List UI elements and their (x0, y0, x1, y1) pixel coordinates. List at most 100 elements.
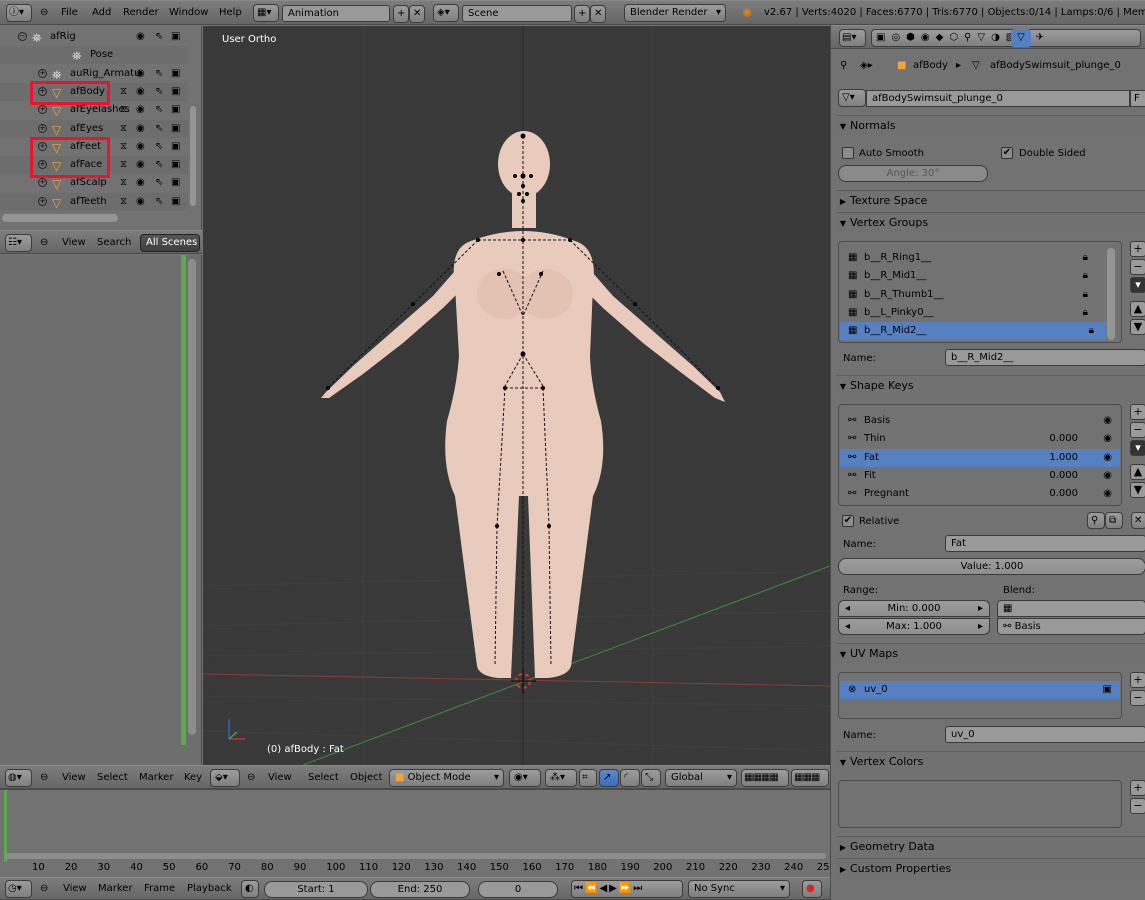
shape-keys-panel-header[interactable]: ▼ Shape Keys (836, 375, 1145, 395)
screen-layout-icon[interactable]: ▦▾ (253, 4, 279, 22)
shape-key-item[interactable]: ⚯ Pregnant 0.000 ◉ (840, 485, 1120, 503)
auto-smooth-checkbox[interactable] (842, 147, 854, 159)
mesh-datablock-field[interactable]: afBodySwimsuit_plunge_0 (866, 90, 1130, 107)
viewport-menu-object[interactable]: Object (350, 770, 383, 786)
timeline-editor-type-button[interactable]: ◷▾ (5, 880, 32, 898)
viewport-shading-button[interactable]: ◉▾ (509, 769, 541, 787)
shape-key-item[interactable]: ⚯ Thin 0.000 ◉ (840, 430, 1120, 448)
vertex-group-lock-icon[interactable]: 🔒︎ (1083, 304, 1088, 322)
shape-key-move-down-button[interactable]: ▼ (1130, 482, 1145, 498)
outliner-vscrollbar[interactable] (190, 106, 196, 206)
timeline-menu-view[interactable]: View (63, 881, 87, 897)
expand-toggle-icon[interactable]: + (38, 178, 47, 188)
renderability-camera-icon[interactable]: ▣ (171, 101, 180, 119)
vertex-group-lock-icon[interactable]: 🔒︎ (1089, 322, 1094, 340)
shape-key-value[interactable]: 0.000 (1049, 485, 1078, 503)
shape-key-remove-button[interactable]: − (1130, 422, 1145, 438)
shape-keys-list[interactable]: ⚯ Basis ◉ ⚯ Thin 0.000 ◉ ⚯ Fat 1.000 ◉ ⚯ Fit 0.000 ◉ ⚯ P… (838, 404, 1122, 506)
vertex-group-item[interactable]: ▦ b__R_Mid1__ 🔒︎ (840, 267, 1100, 285)
vertex-group-add-button[interactable]: + (1130, 241, 1145, 257)
3d-viewport[interactable]: User Ortho (0) afBody : Fat (203, 26, 830, 765)
end-frame-field[interactable]: End: 250 (370, 881, 470, 898)
shape-key-item[interactable]: ⚯ Fit 0.000 ◉ (840, 467, 1120, 485)
graph-editor-area[interactable] (0, 255, 202, 765)
viewport-collapse-icon[interactable]: ⊖ (247, 770, 255, 786)
menu-help[interactable]: Help (219, 5, 242, 21)
outliner-hscrollbar[interactable] (2, 214, 118, 222)
shape-key-edit-mode-button[interactable]: ⧉ (1105, 512, 1123, 529)
visibility-eye-icon[interactable]: ◉ (136, 156, 145, 174)
outliner-search-menu[interactable]: Search (97, 235, 131, 251)
relative-key-field[interactable]: ⚯ Basis (997, 618, 1145, 635)
visibility-eye-icon[interactable]: ◉ (136, 65, 145, 83)
shape-key-item[interactable]: ⚯ Basis ◉ (840, 412, 1120, 430)
expand-toggle-icon[interactable]: + (38, 105, 47, 115)
menu-window[interactable]: Window (169, 5, 208, 21)
data-tab-active[interactable]: ▽ (1011, 29, 1031, 47)
vertex-group-lock-icon[interactable]: 🔒︎ (1083, 267, 1088, 285)
selectability-cursor-icon[interactable]: ⇖ (155, 65, 163, 83)
remove-layout-button[interactable]: ✕ (409, 5, 425, 23)
timeline-collapse-icon[interactable]: ⊖ (40, 881, 48, 897)
shape-key-visibility-eye-icon[interactable]: ◉ (1103, 485, 1112, 503)
vertex-group-name-field[interactable]: b__R_Mid2__ (945, 349, 1145, 366)
vertex-group-lock-icon[interactable]: 🔒︎ (1083, 286, 1088, 304)
selectability-cursor-icon[interactable]: ⇖ (155, 101, 163, 119)
vertex-color-add-button[interactable]: + (1130, 780, 1145, 796)
visibility-eye-icon[interactable]: ◉ (136, 174, 145, 192)
viewport-editor-type-button[interactable]: ⬙▾ (210, 769, 240, 787)
viewport-menu-view[interactable]: View (268, 770, 292, 786)
timeline-scrollbar[interactable] (4, 853, 826, 859)
editor-type-button[interactable]: ⓘ▾ (6, 4, 32, 22)
selectability-cursor-icon[interactable]: ⇖ (155, 193, 163, 211)
outliner-row-afeyes[interactable]: + ▽ afEyes ⧖ ◉ ⇖ ▣ (0, 119, 188, 138)
menu-render[interactable]: Render (123, 5, 159, 21)
screen-layout-field[interactable]: Animation (282, 5, 390, 22)
viewport-menu-select[interactable]: Select (308, 770, 339, 786)
scale-manipulator-button[interactable]: ⤡ (641, 769, 661, 787)
outliner-view-menu[interactable]: View (62, 235, 86, 251)
outliner-row-pose[interactable]: ⛯ Pose (0, 46, 188, 65)
renderability-camera-icon[interactable]: ▣ (171, 138, 180, 156)
vertex-group-specials-button[interactable]: ▾ (1130, 277, 1145, 293)
shape-key-item[interactable]: ⚯ Fat 1.000 ◉ (840, 448, 1120, 467)
renderability-camera-icon[interactable]: ▣ (171, 28, 180, 46)
transform-orientation-dropdown[interactable]: Global ▾ (665, 769, 737, 787)
pivot-point-button[interactable]: ⁂▾ (545, 769, 577, 787)
texture-space-panel-header[interactable]: ▶ Texture Space (836, 190, 1145, 210)
vertex-group-item[interactable]: ▦ b__R_Mid2__ 🔒︎ (840, 322, 1106, 341)
vertex-color-remove-button[interactable]: − (1130, 798, 1145, 814)
playback-controls[interactable]: ⏮⏪◀▶⏩⏭ (571, 880, 683, 898)
graph-menu-select[interactable]: Select (97, 770, 128, 786)
graph-menu-view[interactable]: View (62, 770, 86, 786)
normals-panel-header[interactable]: ▼ Normals (836, 115, 1145, 135)
custom-properties-panel-header[interactable]: ▶ Custom Properties (836, 858, 1145, 878)
expand-toggle-icon[interactable]: + (38, 123, 47, 133)
timeline-menu-marker[interactable]: Marker (98, 881, 133, 897)
properties-context-tabs[interactable]: ▣◎⬢◉◆⬡⚲▽◑▨✛✈ (871, 29, 1141, 47)
shape-key-visibility-eye-icon[interactable]: ◉ (1103, 430, 1112, 448)
visibility-eye-icon[interactable]: ◉ (136, 138, 145, 156)
graph-editor-scrollbar[interactable] (188, 259, 196, 735)
expand-toggle-icon[interactable]: + (38, 196, 47, 206)
rotate-manipulator-button[interactable]: ◜ (620, 769, 640, 787)
vertex-colors-panel-header[interactable]: ▼ Vertex Colors (836, 751, 1145, 771)
shape-key-add-button[interactable]: + (1130, 404, 1145, 420)
collapse-menu-icon[interactable]: ⊖ (40, 5, 48, 21)
uv-maps-list[interactable]: ⊗ uv_0 ▣ (838, 672, 1122, 719)
geometry-data-panel-header[interactable]: ▶ Geometry Data (836, 836, 1145, 856)
double-sided-checkbox[interactable]: ✔ (1001, 147, 1013, 159)
shape-key-visibility-eye-icon[interactable]: ◉ (1103, 467, 1112, 485)
add-layout-button[interactable]: + (393, 5, 409, 23)
shape-key-name-field[interactable]: Fat (945, 535, 1145, 552)
outliner-collapse-icon[interactable]: ⊖ (40, 235, 48, 251)
menu-file[interactable]: File (61, 5, 78, 21)
renderability-camera-icon[interactable]: ▣ (171, 65, 180, 83)
visibility-eye-icon[interactable]: ◉ (136, 193, 145, 211)
vertex-group-move-down-button[interactable]: ▼ (1130, 319, 1145, 335)
uv-map-add-button[interactable]: + (1130, 672, 1145, 688)
visibility-eye-icon[interactable]: ◉ (136, 101, 145, 119)
auto-smooth-angle-slider[interactable]: Angle: 30° (838, 165, 988, 182)
range-min-slider[interactable]: ◂ Min: 0.000 ▸ (838, 600, 990, 617)
properties-editor-type-button[interactable]: ▤▾ (839, 29, 866, 47)
